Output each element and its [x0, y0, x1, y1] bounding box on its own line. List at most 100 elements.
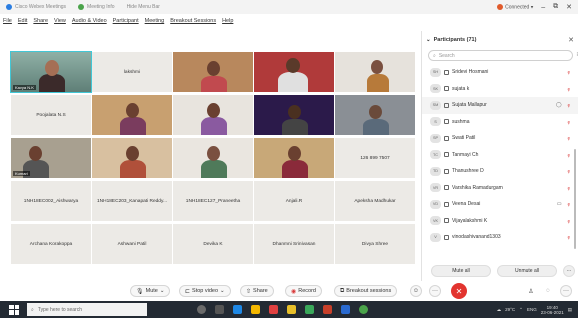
- end-meeting-button[interactable]: ✕: [451, 283, 467, 299]
- muted-mic-icon[interactable]: ᵩ: [568, 69, 570, 75]
- language-indicator[interactable]: ENG: [527, 307, 537, 312]
- app-title-tab[interactable]: Cisco Webex Meetings: [0, 0, 72, 14]
- list-item[interactable]: VK Vijayalakshmi K ᵩ: [422, 213, 578, 230]
- notification-icon[interactable]: ▤: [568, 307, 572, 313]
- video-tile[interactable]: [254, 95, 334, 135]
- list-item[interactable]: SK sujata k ᵩ: [422, 81, 578, 98]
- mute-all-button[interactable]: Mute all: [431, 265, 491, 277]
- muted-mic-icon[interactable]: ᵩ: [568, 168, 570, 174]
- tray-chevron-icon[interactable]: ⌃: [519, 307, 523, 313]
- video-tile[interactable]: Divya Shree: [335, 224, 415, 264]
- muted-mic-icon[interactable]: ᵩ: [568, 218, 570, 224]
- video-tile[interactable]: [254, 52, 334, 92]
- breakout-sessions-button[interactable]: ⧉ Breakout sessions: [334, 285, 398, 297]
- task-view-icon[interactable]: [215, 305, 224, 314]
- video-tile[interactable]: [335, 52, 415, 92]
- muted-mic-icon[interactable]: ᵩ: [568, 152, 570, 158]
- minimize-button[interactable]: –: [541, 4, 545, 11]
- close-button[interactable]: ✕: [566, 3, 572, 11]
- windows-start-icon[interactable]: [9, 304, 19, 315]
- list-item[interactable]: S sushma ᵩ: [422, 114, 578, 131]
- list-item[interactable]: TC Tanmayi Ch ᵩ: [422, 147, 578, 164]
- menu-edit[interactable]: Edit: [18, 18, 27, 24]
- list-item[interactable]: TD Thanushree D ᵩ: [422, 163, 578, 180]
- video-tile[interactable]: Dhanmni Srinivasan: [254, 224, 334, 264]
- video-tile[interactable]: Anjali.R: [254, 181, 334, 221]
- muted-mic-icon[interactable]: ᵩ: [568, 119, 570, 125]
- reactions-button[interactable]: ☺: [410, 285, 422, 297]
- list-item[interactable]: VD Veena Desai ▭ ᵩ: [422, 196, 578, 213]
- video-tile[interactable]: Devika K: [173, 224, 253, 264]
- video-tile[interactable]: Kumari: [11, 138, 91, 178]
- app-icon[interactable]: [269, 305, 278, 314]
- meeting-info-tab[interactable]: Meeting Info: [72, 0, 121, 14]
- app-icon[interactable]: [305, 305, 314, 314]
- video-tile[interactable]: Archana Korakoppa: [11, 224, 91, 264]
- video-tile[interactable]: 1NH18EC127_Praneetha: [173, 181, 253, 221]
- weather-icon[interactable]: ☁: [497, 307, 502, 313]
- menu-help[interactable]: Help: [222, 18, 233, 24]
- list-item[interactable]: V vinodashivanand1303 ᵩ: [422, 229, 578, 246]
- record-button[interactable]: ◉ Record: [285, 285, 322, 297]
- webex-icon[interactable]: [359, 305, 368, 314]
- menu-participant[interactable]: Participant: [113, 18, 139, 24]
- video-tile[interactable]: [254, 138, 334, 178]
- close-panel-icon[interactable]: ✕: [568, 36, 574, 44]
- video-tile[interactable]: 1NH18EC002_Aishwarya: [11, 181, 91, 221]
- mute-button[interactable]: 🎙 Mute ⌄: [130, 285, 171, 297]
- connection-status[interactable]: Connected ▾: [497, 3, 533, 10]
- more-options-button[interactable]: ···: [563, 265, 575, 277]
- video-tile[interactable]: [335, 95, 415, 135]
- stop-video-button[interactable]: ⊏ Stop video ⌄: [179, 285, 231, 297]
- muted-mic-icon[interactable]: ᵩ: [568, 201, 570, 207]
- edge-icon[interactable]: [233, 305, 242, 314]
- menu-file[interactable]: File: [3, 18, 12, 24]
- hide-menu-bar-tab[interactable]: Hide Menu Bar: [121, 0, 166, 14]
- chrome-icon[interactable]: [287, 305, 296, 314]
- video-tile[interactable]: lakshmi: [92, 52, 172, 92]
- menu-meeting[interactable]: Meeting: [145, 18, 165, 24]
- unmute-all-button[interactable]: Unmute all: [497, 265, 557, 277]
- list-item[interactable]: SM Sujata Mallapur ◯ ᵩ: [422, 97, 578, 114]
- menu-audio-video[interactable]: Audio & Video: [72, 18, 107, 24]
- participant-search-input[interactable]: ⌕ Search ≡: [428, 50, 578, 61]
- muted-mic-icon[interactable]: ᵩ: [568, 185, 570, 191]
- cortana-icon[interactable]: [197, 305, 206, 314]
- video-tile[interactable]: Apeksha Madhukar: [335, 181, 415, 221]
- camera-icon[interactable]: ▭: [557, 201, 562, 207]
- more-button[interactable]: ···: [429, 285, 441, 297]
- list-item[interactable]: SP Swati Patil ᵩ: [422, 130, 578, 147]
- muted-mic-icon[interactable]: ᵩ: [568, 102, 570, 108]
- video-tile[interactable]: [173, 52, 253, 92]
- video-tile[interactable]: [173, 95, 253, 135]
- video-tile[interactable]: [92, 95, 172, 135]
- clock[interactable]: 19:40 23-06-2021: [541, 305, 564, 315]
- share-button[interactable]: ⇧ Share: [240, 285, 274, 297]
- scrollbar[interactable]: [574, 149, 576, 249]
- video-tile[interactable]: 1NH18EC203_Kanapati Reddy...: [92, 181, 172, 221]
- list-item[interactable]: VR Varshika Ramadurgam ᵩ: [422, 180, 578, 197]
- video-tile[interactable]: Ashwani Patil: [92, 224, 172, 264]
- restore-button[interactable]: ⧉: [553, 3, 558, 11]
- video-tile[interactable]: Poojalata N.S: [11, 95, 91, 135]
- muted-mic-icon[interactable]: ᵩ: [568, 234, 570, 240]
- video-tile[interactable]: 126 899 7507: [335, 138, 415, 178]
- more-options-icon[interactable]: ◯: [556, 102, 562, 108]
- panel-more-button[interactable]: ···: [560, 285, 572, 297]
- word-icon[interactable]: [341, 305, 350, 314]
- powerpoint-icon[interactable]: [323, 305, 332, 314]
- muted-mic-icon[interactable]: ᵩ: [568, 86, 570, 92]
- list-item[interactable]: SH Sridevi Hosmani ᵩ: [422, 64, 578, 81]
- file-explorer-icon[interactable]: [251, 305, 260, 314]
- menu-view[interactable]: View: [54, 18, 66, 24]
- menu-share[interactable]: Share: [33, 18, 48, 24]
- video-tile[interactable]: Kavya N.K: [10, 51, 92, 93]
- chat-button[interactable]: ◌: [542, 285, 554, 297]
- video-tile[interactable]: [92, 138, 172, 178]
- muted-mic-icon[interactable]: ᵩ: [568, 135, 570, 141]
- video-tile[interactable]: [173, 138, 253, 178]
- menu-breakout-sessions[interactable]: Breakout Sessions: [170, 18, 216, 24]
- participants-button[interactable]: ♙: [525, 285, 537, 297]
- taskbar-search-input[interactable]: ⌕ Type here to search: [27, 303, 147, 316]
- collapse-chevron-icon[interactable]: ⌄: [426, 37, 431, 43]
